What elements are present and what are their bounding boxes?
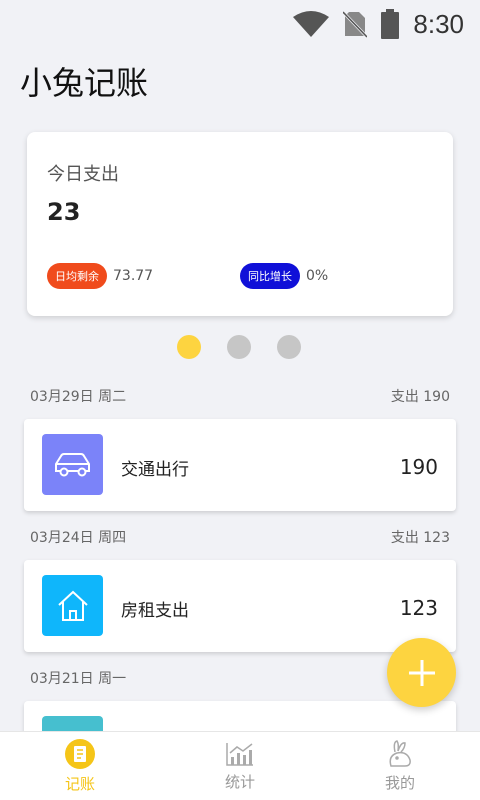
tab-label: 统计 bbox=[224, 772, 255, 791]
carousel-dot-3[interactable] bbox=[277, 335, 301, 359]
status-bar: 8:30 bbox=[0, 0, 480, 48]
today-expense-label: 今日支出 bbox=[47, 164, 119, 185]
daily-remaining-value: 73.77 bbox=[113, 268, 154, 284]
day-date: 03月21日 周一 bbox=[30, 671, 127, 687]
rabbit-icon bbox=[389, 739, 411, 767]
page-title: 小兔记账 bbox=[20, 64, 149, 102]
today-summary-card[interactable]: 今日支出 23 日均剩余 73.77 同比增长 0% bbox=[27, 132, 453, 316]
tab-label: 记账 bbox=[64, 774, 95, 793]
day-date: 03月24日 周四 bbox=[30, 530, 127, 546]
notebook-icon bbox=[65, 738, 95, 769]
today-expense-value: 23 bbox=[47, 198, 81, 226]
carousel-dot-1[interactable] bbox=[177, 335, 201, 359]
record-amount: 190 bbox=[399, 455, 438, 479]
tab-statistics[interactable]: 统计 bbox=[160, 732, 320, 800]
bottom-nav: 记账 统计 我的 bbox=[0, 731, 480, 800]
record-row[interactable]: 房租支出 123 bbox=[24, 560, 456, 652]
day-header: 03月24日 周四 支出 123 bbox=[30, 527, 450, 547]
record-row[interactable]: 交通出行 190 bbox=[24, 419, 456, 511]
chart-icon bbox=[226, 742, 253, 766]
tab-profile[interactable]: 我的 bbox=[320, 732, 480, 800]
add-record-button[interactable] bbox=[387, 638, 456, 707]
car-icon bbox=[42, 434, 103, 495]
daily-remaining-badge: 日均剩余 bbox=[47, 263, 107, 289]
home-icon bbox=[42, 575, 103, 636]
tab-bookkeeping[interactable]: 记账 bbox=[0, 732, 160, 800]
record-amount: 123 bbox=[399, 596, 438, 620]
record-category: 交通出行 bbox=[121, 460, 189, 480]
day-total: 支出 123 bbox=[390, 530, 450, 546]
daily-remaining-stat: 日均剩余 73.77 bbox=[47, 263, 153, 289]
yoy-growth-badge: 同比增长 bbox=[240, 263, 300, 289]
yoy-growth-value: 0% bbox=[306, 268, 329, 284]
day-date: 03月29日 周二 bbox=[30, 389, 127, 405]
no-sim-icon bbox=[343, 10, 368, 38]
tab-label: 我的 bbox=[384, 773, 415, 792]
carousel-indicator bbox=[177, 335, 301, 359]
battery-icon bbox=[381, 9, 400, 39]
day-header: 03月29日 周二 支出 190 bbox=[30, 386, 450, 406]
yoy-growth-stat: 同比增长 0% bbox=[240, 263, 328, 289]
carousel-dot-2[interactable] bbox=[227, 335, 251, 359]
day-total: 支出 190 bbox=[390, 389, 450, 405]
plus-icon bbox=[408, 659, 435, 686]
record-category: 房租支出 bbox=[121, 601, 189, 621]
status-time: 8:30 bbox=[413, 8, 464, 39]
wifi-icon bbox=[293, 11, 330, 37]
